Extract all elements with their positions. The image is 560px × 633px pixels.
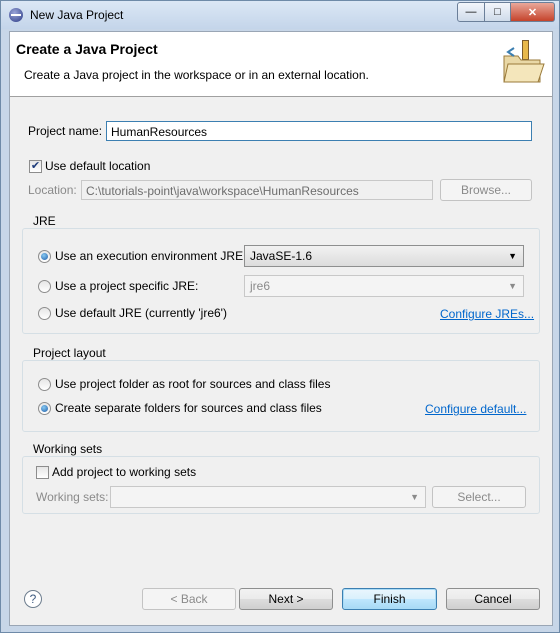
help-icon[interactable]: ? <box>24 590 42 608</box>
jre-execution-environment-radio[interactable] <box>38 250 51 263</box>
eclipse-app-icon <box>9 8 23 22</box>
project-specific-jre-select[interactable]: jre6 ▼ <box>244 275 524 297</box>
use-default-location-label: Use default location <box>45 159 151 173</box>
dialog-client: Create a Java Project Create a Java proj… <box>9 31 553 626</box>
configure-default-link[interactable]: Configure default... <box>425 402 526 416</box>
execution-environment-value: JavaSE-1.6 <box>250 249 313 263</box>
execution-environment-select[interactable]: JavaSE-1.6 ▼ <box>244 245 524 267</box>
working-sets-group-title: Working sets <box>33 442 103 456</box>
back-button[interactable]: < Back <box>142 588 236 610</box>
minimize-icon: — <box>465 6 477 18</box>
jre-project-specific-label: Use a project specific JRE: <box>55 279 199 293</box>
working-sets-label: Working sets: <box>36 490 109 504</box>
wizard-header: Create a Java Project Create a Java proj… <box>10 32 552 97</box>
finish-button[interactable]: Finish <box>342 588 437 610</box>
location-label: Location: <box>28 183 77 197</box>
project-layout-group-title: Project layout <box>33 346 106 360</box>
project-name-input[interactable]: HumanResources <box>106 121 532 141</box>
jre-default-label: Use default JRE (currently 'jre6') <box>55 306 227 320</box>
close-icon: ✕ <box>527 6 538 19</box>
window-controls: — □ ✕ <box>457 2 555 22</box>
configure-jres-link[interactable]: Configure JREs... <box>440 307 534 321</box>
dropdown-arrow-icon: ▼ <box>508 251 517 261</box>
browse-button[interactable]: Browse... <box>440 179 532 201</box>
dropdown-arrow-icon: ▼ <box>508 281 517 291</box>
add-to-working-sets-checkbox[interactable] <box>36 466 49 479</box>
layout-separate-label: Create separate folders for sources and … <box>55 401 322 415</box>
working-sets-select[interactable]: ▼ <box>110 486 426 508</box>
jre-execution-environment-label: Use an execution environment JRE: <box>55 249 247 263</box>
jre-project-specific-radio[interactable] <box>38 280 51 293</box>
jre-group-title: JRE <box>33 214 56 228</box>
minimize-button[interactable]: — <box>457 2 485 22</box>
title-bar[interactable]: New Java Project — □ ✕ <box>1 1 559 29</box>
wizard-description: Create a Java project in the workspace o… <box>24 68 369 82</box>
layout-root-radio[interactable] <box>38 378 51 391</box>
location-input[interactable]: C:\tutorials-point\java\workspace\HumanR… <box>81 180 433 200</box>
project-layout-group <box>22 360 540 432</box>
project-specific-jre-value: jre6 <box>250 279 271 293</box>
jre-default-radio[interactable] <box>38 307 51 320</box>
wizard-title: Create a Java Project <box>16 41 158 57</box>
layout-root-label: Use project folder as root for sources a… <box>55 377 331 391</box>
dropdown-arrow-icon: ▼ <box>410 492 419 502</box>
cancel-button[interactable]: Cancel <box>446 588 540 610</box>
maximize-button[interactable]: □ <box>485 2 511 22</box>
window-title: New Java Project <box>30 8 124 22</box>
add-to-working-sets-label: Add project to working sets <box>52 465 197 479</box>
new-java-project-banner-icon <box>503 40 545 83</box>
project-name-label: Project name: <box>28 124 103 138</box>
select-working-sets-button[interactable]: Select... <box>432 486 526 508</box>
use-default-location-checkbox[interactable]: ✔ <box>29 160 42 173</box>
dialog-window: New Java Project — □ ✕ Create a Java Pro… <box>0 0 560 633</box>
maximize-icon: □ <box>494 6 501 18</box>
checkmark-icon: ✔ <box>30 160 41 172</box>
next-button[interactable]: Next > <box>239 588 333 610</box>
close-button[interactable]: ✕ <box>511 2 555 22</box>
layout-separate-radio[interactable] <box>38 402 51 415</box>
